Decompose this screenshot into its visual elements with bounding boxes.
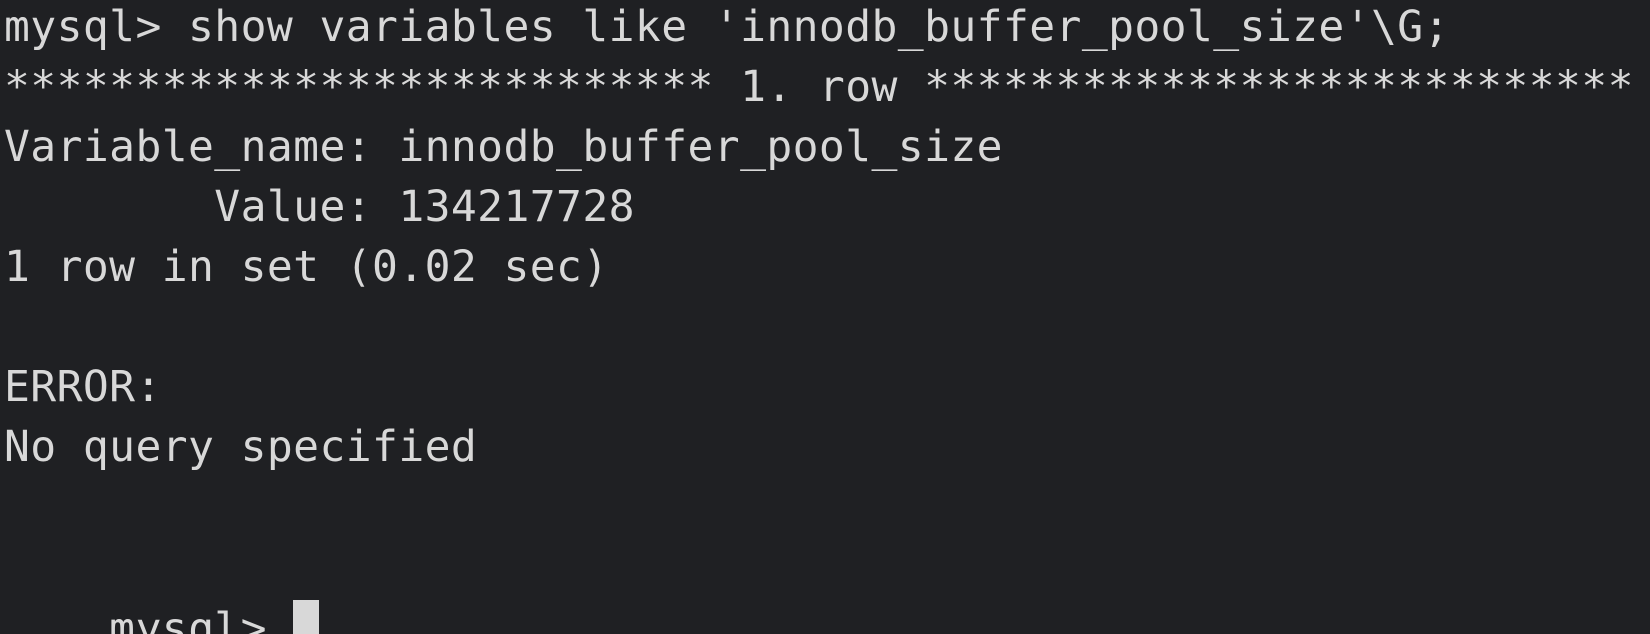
value-line: Value: 134217728 <box>4 182 635 232</box>
input-line[interactable]: mysql> <box>4 539 320 634</box>
row-separator: *************************** 1. row *****… <box>4 62 1634 112</box>
prompt: mysql> <box>109 604 294 634</box>
result-summary: 1 row in set (0.02 sec) <box>4 242 609 292</box>
command-line: mysql> show variables like 'innodb_buffe… <box>4 2 1450 52</box>
cursor[interactable] <box>293 599 320 634</box>
variable-name-line: Variable_name: innodb_buffer_pool_size <box>4 122 1003 172</box>
terminal-window[interactable]: mysql> show variables like 'innodb_buffe… <box>0 0 1650 634</box>
error-label: ERROR: <box>4 362 162 412</box>
error-message: No query specified <box>4 422 478 472</box>
